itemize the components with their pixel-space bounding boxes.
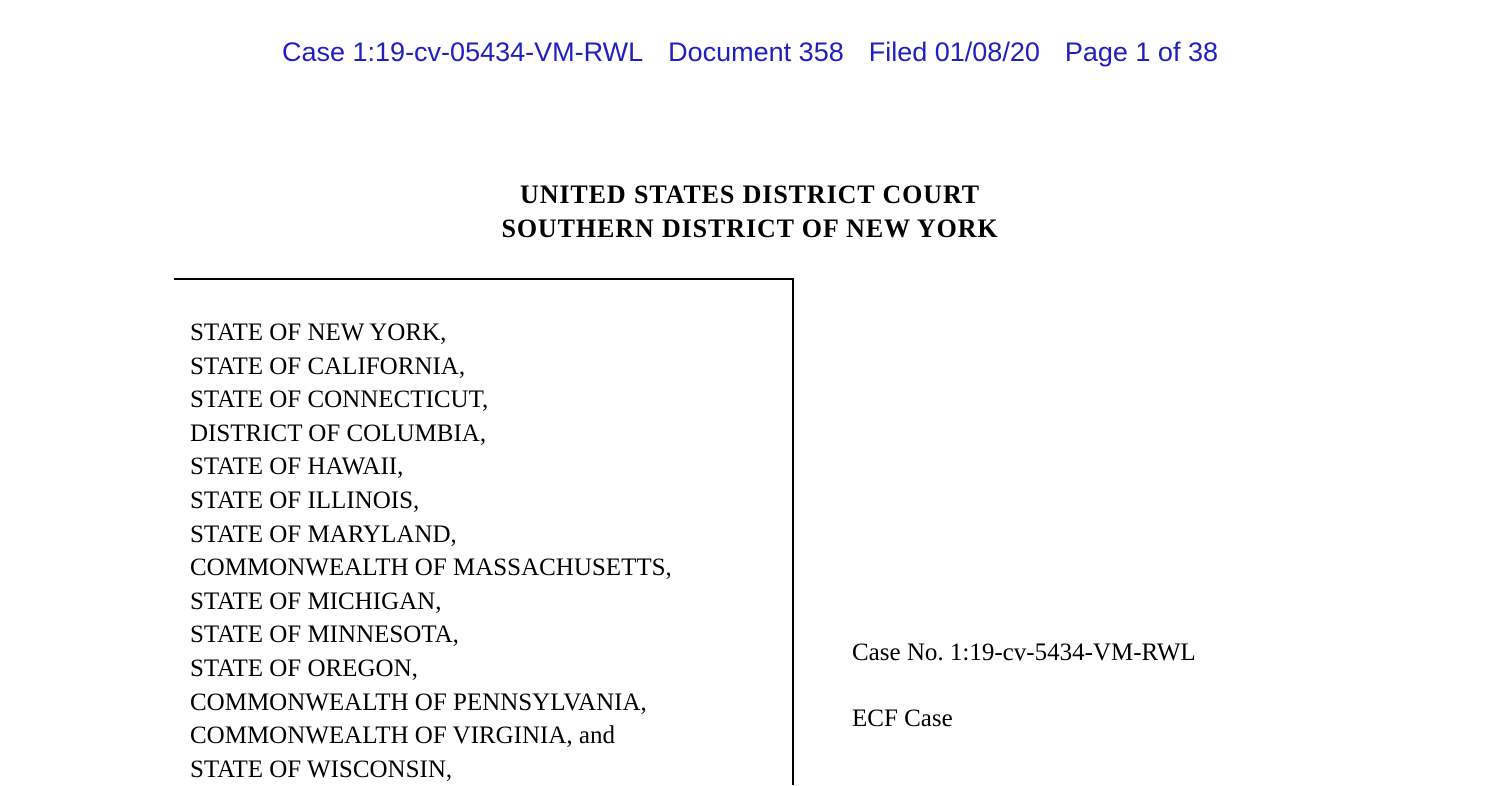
plaintiff-line: COMMONWEALTH OF PENNSYLVANIA,	[190, 688, 647, 716]
ecf-case-designation: ECF Case	[852, 705, 953, 732]
case-info-spacer	[852, 669, 1196, 702]
plaintiff-line: COMMONWEALTH OF VIRGINIA, and	[190, 722, 615, 750]
ecf-header-document-number: Document 358	[668, 37, 844, 67]
case-caption-box: STATE OF NEW YORK, STATE OF CALIFORNIA, …	[174, 278, 794, 785]
plaintiff-line: STATE OF HAWAII,	[190, 453, 404, 481]
plaintiff-line: STATE OF MINNESOTA,	[190, 621, 459, 649]
plaintiff-line: STATE OF MICHIGAN,	[190, 587, 442, 615]
court-title: UNITED STATES DISTRICT COURT SOUTHERN DI…	[0, 178, 1500, 246]
case-info-column: Case No. 1:19-cv-5434-VM-RWL ECF Case	[852, 636, 1196, 735]
plaintiff-line: STATE OF WISCONSIN,	[190, 755, 453, 783]
plaintiff-party-list: STATE OF NEW YORK, STATE OF CALIFORNIA, …	[190, 316, 672, 786]
case-number-text: Case No. 1:19-cv-5434-VM-RWL	[852, 639, 1196, 666]
ecf-header-stamp: Case 1:19-cv-05434-VM-RWL Document 358 Fil…	[0, 36, 1500, 68]
plaintiff-line: STATE OF CALIFORNIA,	[190, 352, 466, 380]
plaintiff-line: STATE OF OREGON,	[190, 654, 418, 682]
plaintiff-line: STATE OF CONNECTICUT,	[190, 386, 489, 414]
ecf-header-page-number: Page 1 of 38	[1064, 37, 1218, 67]
ecf-header-case-number: Case 1:19-cv-05434-VM-RWL	[281, 37, 644, 67]
court-title-line-2: SOUTHERN DISTRICT OF NEW YORK	[501, 214, 999, 243]
plaintiff-line: STATE OF NEW YORK,	[190, 319, 447, 346]
ecf-header-filed-date: Filed 01/08/20	[868, 37, 1040, 67]
plaintiff-line: COMMONWEALTH OF MASSACHUSETTS,	[190, 554, 672, 582]
plaintiff-line: STATE OF MARYLAND,	[190, 520, 457, 548]
court-title-line-1: UNITED STATES DISTRICT COURT	[520, 180, 980, 209]
plaintiff-line: DISTRICT OF COLUMBIA,	[190, 419, 487, 447]
plaintiff-line: STATE OF ILLINOIS,	[190, 486, 420, 514]
